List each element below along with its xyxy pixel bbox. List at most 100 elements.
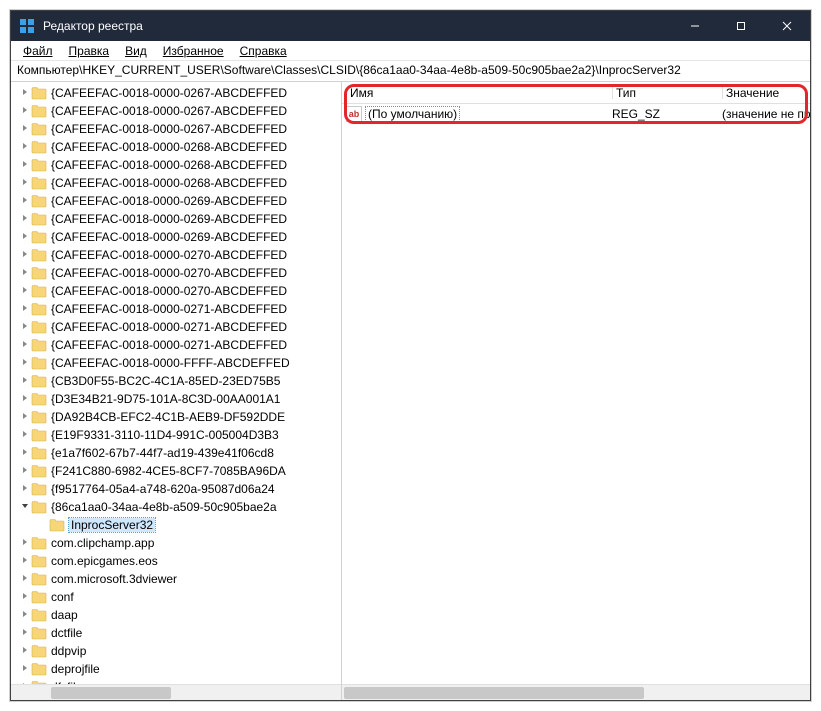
tree-node[interactable]: {CAFEEFAC-0018-0000-0268-ABCDEFFED: [11, 156, 341, 174]
tree-node-label: {E19F9331-3110-11D4-991C-005004D3B3: [51, 428, 279, 442]
expander-icon[interactable]: [19, 556, 31, 567]
expander-icon[interactable]: [19, 322, 31, 333]
values-hscrollbar[interactable]: [342, 684, 810, 700]
expander-icon[interactable]: [19, 340, 31, 351]
expander-icon[interactable]: [19, 394, 31, 405]
tree-node[interactable]: conf: [11, 588, 341, 606]
expander-icon[interactable]: [19, 178, 31, 189]
expander-icon[interactable]: [19, 574, 31, 585]
address-bar[interactable]: Компьютер\HKEY_CURRENT_USER\Software\Cla…: [11, 61, 810, 81]
tree-node[interactable]: {CAFEEFAC-0018-0000-0267-ABCDEFFED: [11, 102, 341, 120]
tree-node[interactable]: {CAFEEFAC-0018-0000-FFFF-ABCDEFFED: [11, 354, 341, 372]
tree-node[interactable]: {CAFEEFAC-0018-0000-0267-ABCDEFFED: [11, 120, 341, 138]
expander-icon[interactable]: [19, 502, 31, 513]
tree-node-label: {CAFEEFAC-0018-0000-0270-ABCDEFFED: [51, 248, 287, 262]
expander-icon[interactable]: [19, 538, 31, 549]
tree-node[interactable]: daap: [11, 606, 341, 624]
tree-node[interactable]: {CAFEEFAC-0018-0000-0267-ABCDEFFED: [11, 84, 341, 102]
col-name[interactable]: Имя: [346, 82, 612, 103]
tree-node[interactable]: {E19F9331-3110-11D4-991C-005004D3B3: [11, 426, 341, 444]
maximize-button[interactable]: [718, 11, 764, 41]
folder-icon: [31, 464, 47, 478]
expander-icon[interactable]: [19, 268, 31, 279]
expander-icon[interactable]: [19, 610, 31, 621]
values-header: Имя Тип Значение: [342, 82, 810, 104]
tree-node[interactable]: {CAFEEFAC-0018-0000-0271-ABCDEFFED: [11, 300, 341, 318]
folder-icon: [31, 500, 47, 514]
tree-node[interactable]: {CAFEEFAC-0018-0000-0269-ABCDEFFED: [11, 210, 341, 228]
expander-icon[interactable]: [19, 664, 31, 675]
tree-node[interactable]: {CAFEEFAC-0018-0000-0270-ABCDEFFED: [11, 246, 341, 264]
col-data[interactable]: Значение: [722, 82, 810, 103]
menu-view[interactable]: Вид: [117, 42, 155, 60]
folder-icon: [31, 626, 47, 640]
expander-icon[interactable]: [19, 304, 31, 315]
tree-hscrollbar[interactable]: [11, 684, 341, 700]
expander-icon[interactable]: [19, 376, 31, 387]
expander-icon[interactable]: [19, 160, 31, 171]
tree-view[interactable]: {CAFEEFAC-0018-0000-0267-ABCDEFFED {CAFE…: [11, 82, 341, 684]
expander-icon[interactable]: [19, 448, 31, 459]
tree-node[interactable]: {f9517764-05a4-a748-620a-95087d06a24: [11, 480, 341, 498]
col-type[interactable]: Тип: [612, 82, 722, 103]
expander-icon[interactable]: [19, 88, 31, 99]
tree-node[interactable]: {86ca1aa0-34aa-4e8b-a509-50c905bae2a: [11, 498, 341, 516]
expander-icon[interactable]: [19, 250, 31, 261]
expander-icon[interactable]: [19, 124, 31, 135]
expander-icon[interactable]: [19, 286, 31, 297]
tree-node[interactable]: deprojfile: [11, 660, 341, 678]
tree-node[interactable]: ddpvip: [11, 642, 341, 660]
tree-node[interactable]: {CAFEEFAC-0018-0000-0270-ABCDEFFED: [11, 282, 341, 300]
expander-icon[interactable]: [19, 358, 31, 369]
tree-node[interactable]: {CAFEEFAC-0018-0000-0269-ABCDEFFED: [11, 192, 341, 210]
tree-node-label: {f9517764-05a4-a748-620a-95087d06a24: [51, 482, 275, 496]
string-value-icon: ab: [346, 106, 362, 122]
tree-node-label: {DA92B4CB-EFC2-4C1B-AEB9-DF592DDE: [51, 410, 285, 424]
menu-edit[interactable]: Правка: [61, 42, 118, 60]
value-name: (По умолчанию): [366, 107, 459, 121]
tree-node[interactable]: {D3E34B21-9D75-101A-8C3D-00AA001A1: [11, 390, 341, 408]
tree-node-label: {CAFEEFAC-0018-0000-0268-ABCDEFFED: [51, 140, 287, 154]
tree-node-selected[interactable]: InprocServer32: [11, 516, 341, 534]
tree-node[interactable]: dctfile: [11, 624, 341, 642]
tree-node-label: InprocServer32: [69, 518, 155, 532]
expander-icon[interactable]: [19, 628, 31, 639]
folder-icon: [31, 140, 47, 154]
expander-icon[interactable]: [19, 106, 31, 117]
values-list[interactable]: ab(По умолчанию)REG_SZ(значение не присв…: [342, 104, 810, 684]
tree-node[interactable]: {CAFEEFAC-0018-0000-0268-ABCDEFFED: [11, 174, 341, 192]
expander-icon[interactable]: [19, 412, 31, 423]
tree-node[interactable]: com.microsoft.3dviewer: [11, 570, 341, 588]
tree-node[interactable]: {CAFEEFAC-0018-0000-0268-ABCDEFFED: [11, 138, 341, 156]
menu-file[interactable]: Файл: [15, 42, 61, 60]
expander-icon[interactable]: [19, 142, 31, 153]
tree-node-label: conf: [51, 590, 74, 604]
tree-node[interactable]: {F241C880-6982-4CE5-8CF7-7085BA96DA: [11, 462, 341, 480]
expander-icon[interactable]: [19, 466, 31, 477]
window-title: Редактор реестра: [43, 19, 672, 33]
tree-node-label: {CAFEEFAC-0018-0000-0267-ABCDEFFED: [51, 86, 287, 100]
menu-help[interactable]: Справка: [232, 42, 295, 60]
menu-favorites[interactable]: Избранное: [155, 42, 232, 60]
expander-icon[interactable]: [19, 646, 31, 657]
expander-icon[interactable]: [19, 484, 31, 495]
tree-node[interactable]: com.epicgames.eos: [11, 552, 341, 570]
folder-icon: [31, 662, 47, 676]
tree-node[interactable]: {e1a7f602-67b7-44f7-ad19-439e41f06cd8: [11, 444, 341, 462]
value-row[interactable]: ab(По умолчанию)REG_SZ(значение не присв…: [342, 104, 810, 124]
tree-node[interactable]: {CAFEEFAC-0018-0000-0271-ABCDEFFED: [11, 336, 341, 354]
expander-icon[interactable]: [19, 232, 31, 243]
tree-node[interactable]: {CB3D0F55-BC2C-4C1A-85ED-23ED75B5: [11, 372, 341, 390]
expander-icon[interactable]: [19, 196, 31, 207]
minimize-button[interactable]: [672, 11, 718, 41]
expander-icon[interactable]: [19, 430, 31, 441]
expander-icon[interactable]: [19, 592, 31, 603]
expander-icon[interactable]: [19, 214, 31, 225]
tree-node[interactable]: {CAFEEFAC-0018-0000-0269-ABCDEFFED: [11, 228, 341, 246]
tree-node[interactable]: {CAFEEFAC-0018-0000-0270-ABCDEFFED: [11, 264, 341, 282]
content-area: {CAFEEFAC-0018-0000-0267-ABCDEFFED {CAFE…: [11, 81, 810, 700]
tree-node[interactable]: {CAFEEFAC-0018-0000-0271-ABCDEFFED: [11, 318, 341, 336]
tree-node[interactable]: com.clipchamp.app: [11, 534, 341, 552]
close-button[interactable]: [764, 11, 810, 41]
tree-node[interactable]: {DA92B4CB-EFC2-4C1B-AEB9-DF592DDE: [11, 408, 341, 426]
